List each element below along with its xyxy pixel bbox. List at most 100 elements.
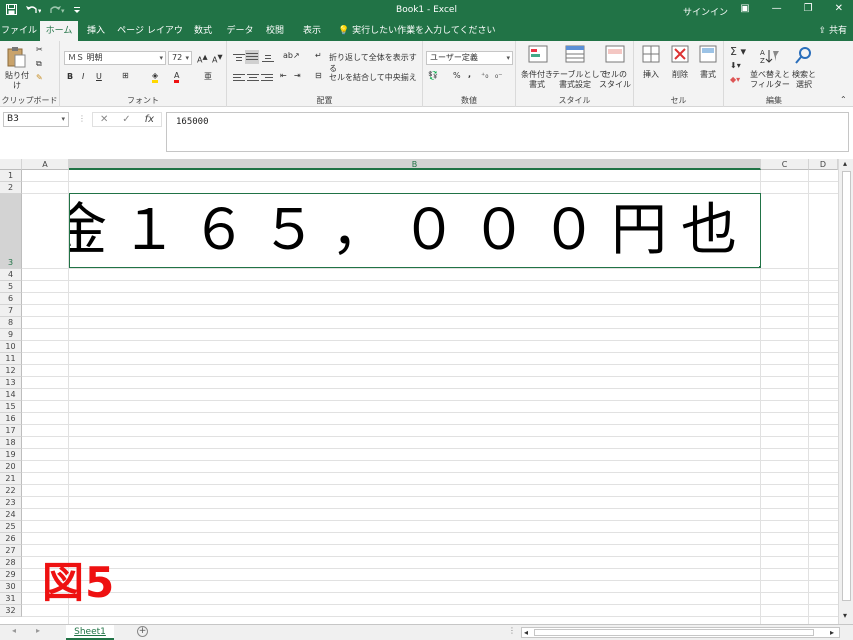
tab-file[interactable]: ファイル [0, 21, 38, 41]
paste-icon[interactable] [6, 46, 26, 68]
align-left-icon[interactable] [233, 73, 245, 83]
collapse-ribbon-icon[interactable]: ⌃ [840, 95, 847, 104]
align-right-icon[interactable] [261, 73, 273, 83]
paste-label[interactable]: 貼り付け [2, 71, 32, 91]
delete-cells-button[interactable]: 削除 [665, 70, 695, 80]
currency-icon[interactable]: 💱 [428, 71, 438, 80]
minimize-button[interactable]: — [772, 3, 782, 14]
close-button[interactable]: ✕ [835, 3, 843, 14]
add-sheet-icon[interactable]: + [137, 626, 148, 637]
row-header[interactable]: 4 [0, 269, 22, 281]
row-header[interactable]: 19 [0, 449, 22, 461]
autosum-icon[interactable]: Σ ▾ [730, 45, 746, 58]
middle-align-icon[interactable] [245, 50, 259, 64]
insert-function-icon[interactable]: fx [145, 114, 154, 125]
cell-styles-button[interactable]: セルの スタイル [598, 70, 632, 90]
ribbon-display-options-icon[interactable]: ▣ [740, 3, 749, 14]
row-header[interactable]: 30 [0, 581, 22, 593]
row-header[interactable]: 10 [0, 341, 22, 353]
row-header[interactable]: 2 [0, 182, 22, 194]
tell-me-box[interactable]: 💡 実行したい作業を入力してください [338, 21, 496, 41]
fill-handle[interactable] [758, 265, 760, 267]
cut-icon[interactable]: ✂ [36, 45, 43, 54]
worksheet-grid[interactable]: A B C D 1 2 3 4 5 6 7 8 9 10 11 12 13 14 15 16 17 18 19 20 2… [0, 159, 853, 624]
row-header[interactable]: 18 [0, 437, 22, 449]
row-header[interactable]: 14 [0, 389, 22, 401]
row-header[interactable]: 17 [0, 425, 22, 437]
vertical-scrollbar[interactable]: ▴ ▾ [838, 159, 853, 624]
sort-filter-icon[interactable]: AZ [760, 47, 780, 65]
insert-cells-button[interactable]: 挿入 [636, 70, 666, 80]
horizontal-scroll-thumb[interactable] [534, 629, 814, 636]
row-header[interactable]: 13 [0, 377, 22, 389]
conditional-format-button[interactable]: 条件付き 書式 [518, 70, 556, 90]
row-header[interactable]: 3 [0, 194, 22, 269]
row-header[interactable]: 20 [0, 461, 22, 473]
font-name-select[interactable]: ＭＳ 明朝 [64, 51, 166, 65]
comma-button[interactable]: , [468, 70, 471, 79]
bold-button[interactable]: B [67, 72, 73, 81]
find-select-button[interactable]: 検索と 選択 [788, 70, 820, 90]
row-header[interactable]: 15 [0, 401, 22, 413]
tab-split-icon[interactable]: ⋮ [508, 626, 516, 635]
col-header-a[interactable]: A [22, 159, 69, 170]
row-header[interactable]: 25 [0, 521, 22, 533]
row-header[interactable]: 27 [0, 545, 22, 557]
signin-link[interactable]: サインイン [683, 5, 728, 18]
insert-cells-icon[interactable] [642, 45, 660, 63]
row-header[interactable]: 22 [0, 485, 22, 497]
row-header[interactable]: 26 [0, 533, 22, 545]
row-header[interactable]: 9 [0, 329, 22, 341]
col-header-d[interactable]: D [809, 159, 838, 170]
horizontal-scrollbar[interactable]: ◂ ▸ [521, 627, 840, 638]
tab-data[interactable]: データ [222, 21, 258, 41]
tab-home[interactable]: ホーム [40, 21, 78, 41]
format-painter-icon[interactable]: ✎ [36, 73, 43, 82]
increase-indent-icon[interactable]: ⇥ [294, 71, 301, 80]
row-header[interactable]: 29 [0, 569, 22, 581]
row-header[interactable]: 31 [0, 593, 22, 605]
sheet-tab-sheet1[interactable]: Sheet1 [66, 625, 114, 640]
decrease-indent-icon[interactable]: ⇤ [280, 71, 287, 80]
wrap-text-button[interactable]: 折り返して全体を表示する [329, 52, 422, 74]
name-box[interactable]: B3 [3, 112, 69, 127]
tab-formulas[interactable]: 数式 [188, 21, 218, 41]
italic-button[interactable]: I [82, 72, 84, 81]
format-cells-icon[interactable] [699, 45, 717, 63]
fill-icon[interactable]: ⬇▾ [730, 61, 741, 70]
format-cells-button[interactable]: 書式 [693, 70, 723, 80]
tab-review[interactable]: 校閲 [260, 21, 290, 41]
font-color-icon[interactable]: A [174, 71, 180, 83]
format-as-table-icon[interactable] [565, 45, 585, 63]
prev-sheet-icon[interactable]: ◂ [12, 626, 16, 635]
phonetic-icon[interactable]: 亜 [204, 71, 212, 82]
cell-styles-icon[interactable] [605, 45, 625, 63]
row-header[interactable]: 11 [0, 353, 22, 365]
sort-filter-button[interactable]: 並べ替えと フィルター [750, 70, 790, 90]
scroll-up-icon[interactable]: ▴ [843, 159, 847, 168]
row-header[interactable]: 32 [0, 605, 22, 617]
col-header-c[interactable]: C [761, 159, 809, 170]
align-center-icon[interactable] [247, 73, 259, 83]
share-button[interactable]: ⇪ 共有 [819, 21, 847, 41]
row-header[interactable]: 16 [0, 413, 22, 425]
cell-b3[interactable]: 金１６５，０００円也 [69, 193, 761, 268]
row-header[interactable]: 21 [0, 473, 22, 485]
grow-font-icon[interactable]: A▲ [197, 53, 208, 65]
tab-view[interactable]: 表示 [294, 21, 330, 41]
row-header[interactable]: 5 [0, 281, 22, 293]
row-header[interactable]: 23 [0, 497, 22, 509]
row-header[interactable]: 12 [0, 365, 22, 377]
delete-cells-icon[interactable] [671, 45, 689, 63]
row-header[interactable]: 8 [0, 317, 22, 329]
row-header[interactable]: 28 [0, 557, 22, 569]
percent-button[interactable]: % [453, 71, 461, 80]
bottom-align-icon[interactable] [262, 53, 274, 63]
row-header[interactable]: 1 [0, 170, 22, 182]
row-header[interactable]: 6 [0, 293, 22, 305]
merge-center-button[interactable]: セルを結合して中央揃え [329, 72, 417, 83]
number-format-select[interactable]: ユーザー定義 [426, 51, 513, 65]
row-header[interactable]: 7 [0, 305, 22, 317]
cancel-entry-icon[interactable]: ✕ [100, 114, 108, 125]
copy-icon[interactable]: ⧉ [36, 59, 42, 69]
